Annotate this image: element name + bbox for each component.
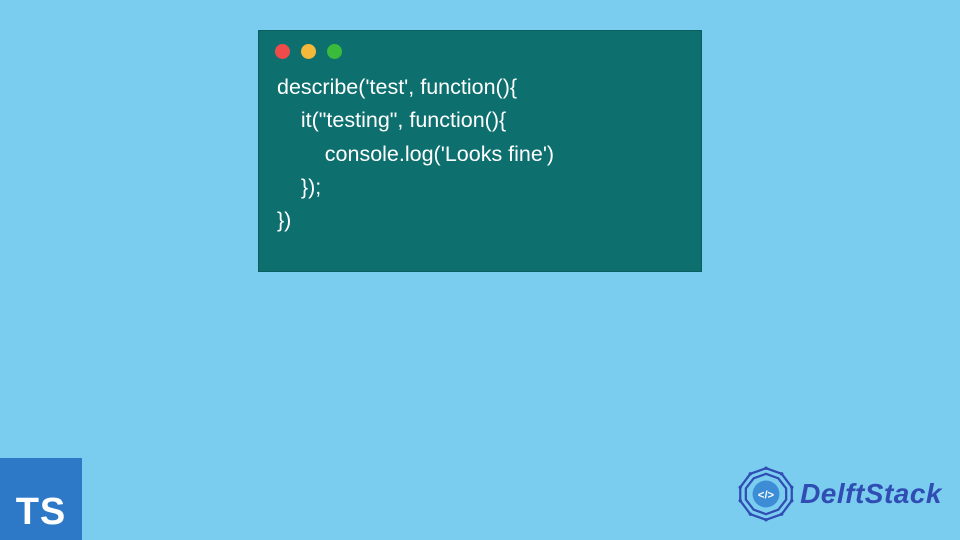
close-icon[interactable] xyxy=(275,44,290,59)
typescript-logo: TS xyxy=(0,458,82,540)
typescript-logo-label: TS xyxy=(16,491,67,534)
minimize-icon[interactable] xyxy=(301,44,316,59)
window-titlebar xyxy=(259,31,701,65)
code-line: console.log('Looks fine') xyxy=(277,142,554,166)
brand-name: DelftStack xyxy=(800,478,942,510)
code-emblem-icon: </> xyxy=(738,466,794,522)
code-line: }); xyxy=(277,175,321,199)
code-line: }) xyxy=(277,208,291,232)
code-window: describe('test', function(){ it("testing… xyxy=(258,30,702,272)
svg-text:</>: </> xyxy=(758,489,775,501)
code-block: describe('test', function(){ it("testing… xyxy=(259,65,701,254)
code-line: it("testing", function(){ xyxy=(277,108,506,132)
code-line: describe('test', function(){ xyxy=(277,75,517,99)
brand: </> DelftStack xyxy=(738,466,942,522)
zoom-icon[interactable] xyxy=(327,44,342,59)
